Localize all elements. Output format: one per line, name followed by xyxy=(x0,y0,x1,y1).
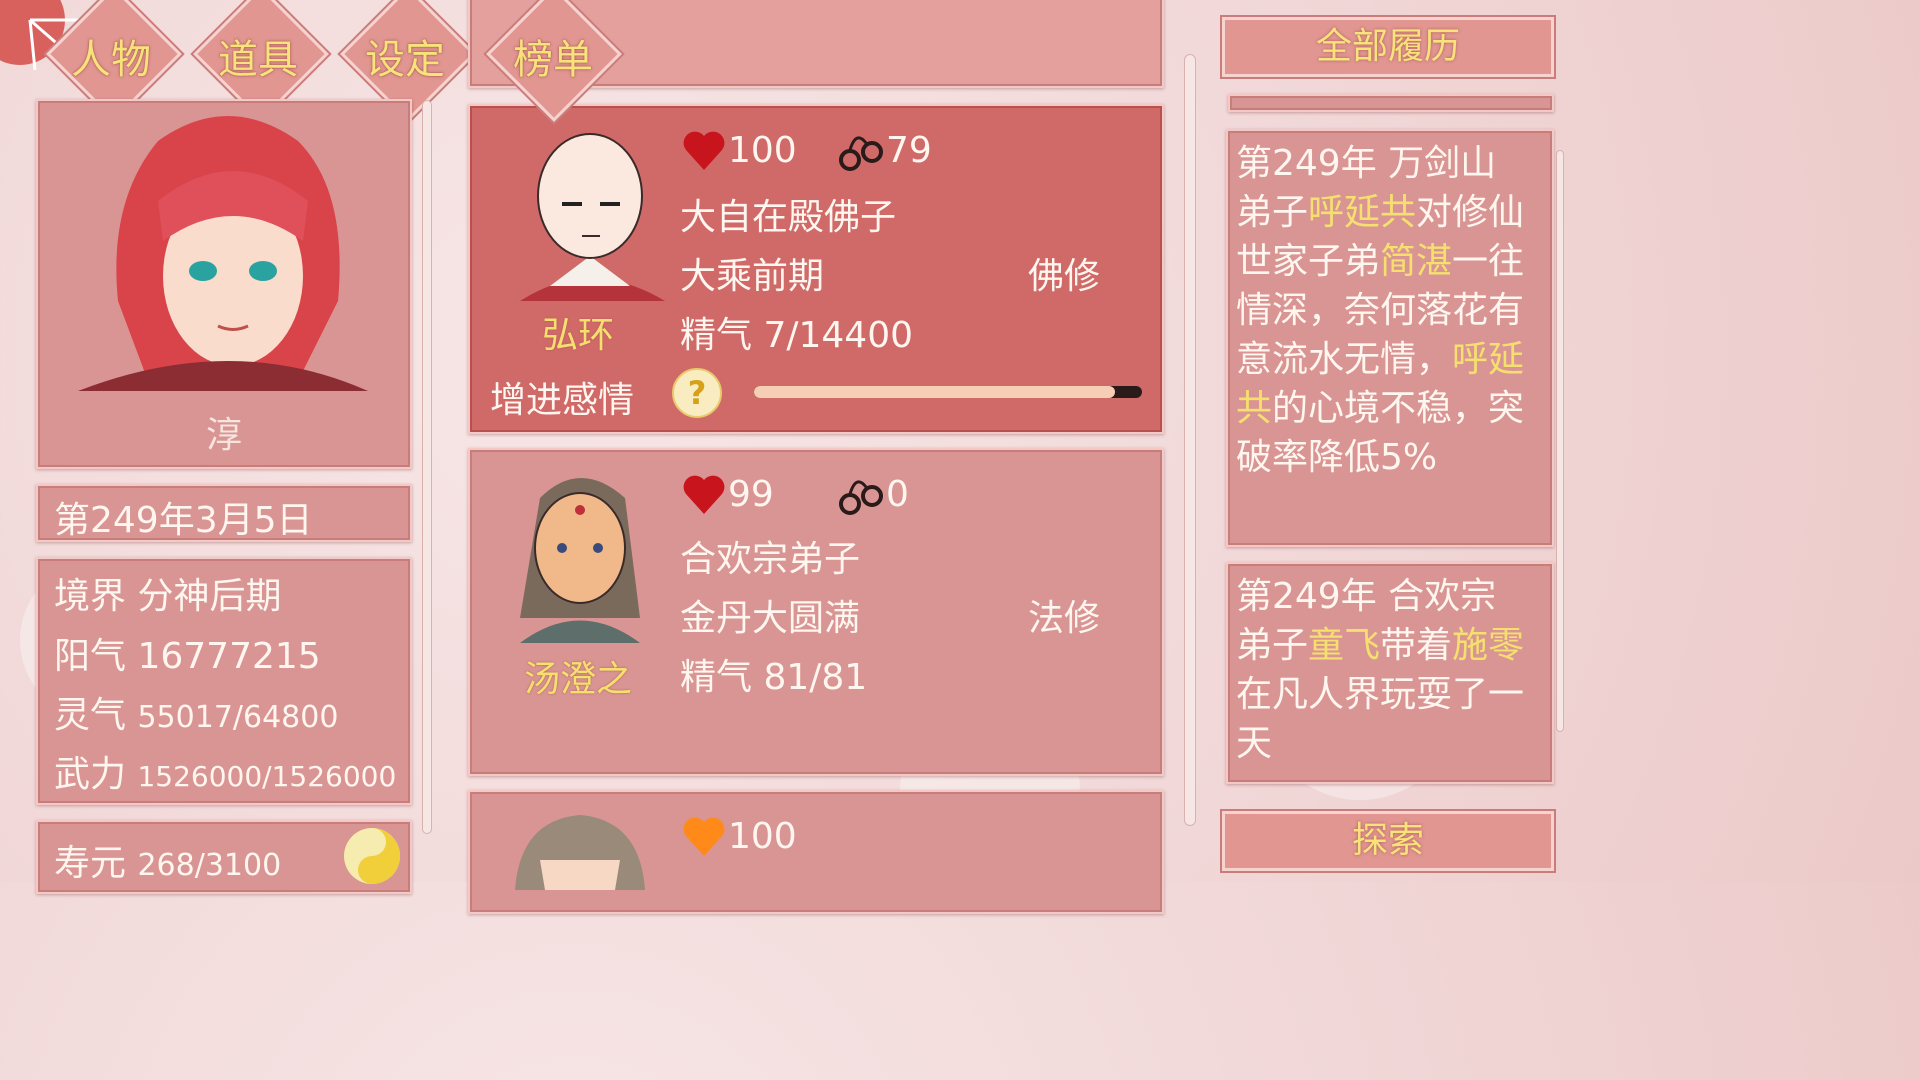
affection-slider-fill xyxy=(754,386,1115,398)
character-portrait xyxy=(515,815,645,890)
character-portrait xyxy=(520,478,640,643)
wu-stat: 武力 1526000/1526000 xyxy=(54,745,396,797)
heart-icon xyxy=(683,131,725,170)
log-highlight-name: 呼延共 xyxy=(1308,192,1417,233)
history-log-entry: 第249年 合欢宗弟子童飞带着施零在凡人界玩耍了一天 xyxy=(1226,562,1554,784)
log-highlight-name: 施零 xyxy=(1452,625,1525,666)
yin-yang-icon[interactable] xyxy=(342,826,402,886)
ling-stat: 灵气 55017/64800 xyxy=(54,686,338,738)
character-card[interactable]: 汤澄之 99 0 合欢宗弟子 金丹大圆满 法修 精气 81/81 xyxy=(468,448,1164,776)
heart-icon xyxy=(683,475,725,514)
lifespan-value: 268/3100 xyxy=(137,848,282,883)
realm-stat: 境界 分神后期 xyxy=(54,567,281,619)
lifespan-label: 寿元 xyxy=(54,843,127,884)
player-name: 淳 xyxy=(205,415,242,456)
current-date: 第249年3月5日 xyxy=(54,500,313,541)
character-realm: 金丹大圆满 xyxy=(680,598,861,639)
wu-label: 武力 xyxy=(54,754,127,795)
tab-ranking-label[interactable]: 榜单 xyxy=(488,27,618,85)
history-log-entry: 第249年 万剑山弟子呼延共对修仙世家子弟简湛一往情深，奈何落花有意流水无情，呼… xyxy=(1226,129,1554,547)
tab-settings-label[interactable]: 设定 xyxy=(340,27,470,85)
history-log-text: 第249年 合欢宗弟子童飞带着施零在凡人界玩耍了一天 xyxy=(1236,576,1525,764)
player-portrait-panel: 淳 xyxy=(36,99,412,469)
character-name: 弘环 xyxy=(541,315,614,356)
realm-value: 分神后期 xyxy=(137,576,282,617)
wu-value: 1526000/1526000 xyxy=(137,760,397,793)
tab-items-label[interactable]: 道具 xyxy=(193,27,323,85)
bond-value: 0 xyxy=(886,474,909,515)
character-list-scrollbar[interactable] xyxy=(1184,54,1196,826)
character-school: 佛修 xyxy=(1028,256,1101,297)
player-stats-panel: 境界 分神后期 阳气 16777215 灵气 55017/64800 武力 15… xyxy=(36,557,412,805)
lifespan-stat: 寿元 268/3100 xyxy=(54,834,281,886)
character-portrait xyxy=(520,133,665,301)
bond-value: 79 xyxy=(886,130,932,171)
heart-icon xyxy=(683,817,725,856)
affection-slider-track[interactable] xyxy=(754,386,1142,398)
affection-value: 100 xyxy=(728,130,797,171)
explore-button[interactable]: 探索 xyxy=(1222,811,1554,871)
yang-stat: 阳气 16777215 xyxy=(54,627,321,679)
help-button[interactable]: ? xyxy=(672,368,722,418)
character-title: 合欢宗弟子 xyxy=(680,539,861,580)
log-highlight-name: 简湛 xyxy=(1380,241,1453,282)
character-essence: 精气 81/81 xyxy=(680,657,868,698)
affection-value: 100 xyxy=(728,816,797,857)
left-scrollbar[interactable] xyxy=(422,100,432,834)
character-school: 法修 xyxy=(1028,598,1101,639)
date-panel: 第249年3月5日 xyxy=(36,484,412,542)
character-title: 大自在殿佛子 xyxy=(680,197,897,238)
character-essence: 精气 7/14400 xyxy=(680,315,913,356)
ling-label: 灵气 xyxy=(54,695,127,736)
character-name: 汤澄之 xyxy=(523,659,632,700)
tab-character-label[interactable]: 人物 xyxy=(46,27,176,85)
all-history-button[interactable]: 全部履历 xyxy=(1222,17,1554,77)
history-scrollbar[interactable] xyxy=(1556,150,1564,732)
history-log-entry-partial xyxy=(1228,94,1554,112)
yang-label: 阳气 xyxy=(54,636,127,677)
player-portrait xyxy=(78,116,368,391)
character-card[interactable]: 100 xyxy=(468,790,1164,914)
yang-value: 16777215 xyxy=(137,636,321,677)
affection-value: 99 xyxy=(728,474,774,515)
lifespan-panel: 寿元 268/3100 xyxy=(36,820,412,894)
log-highlight-name: 童飞 xyxy=(1308,625,1381,666)
character-card[interactable]: 弘环 100 79 大自在殿佛子 大乘前期 佛修 精气 7/14400 增进感情… xyxy=(468,104,1164,434)
enhance-affection-label: 增进感情 xyxy=(490,380,635,421)
ling-value: 55017/64800 xyxy=(137,700,339,735)
character-realm: 大乘前期 xyxy=(680,256,825,297)
handcuffs-icon xyxy=(839,136,883,171)
handcuffs-icon xyxy=(839,480,883,515)
history-log-text: 第249年 万剑山弟子呼延共对修仙世家子弟简湛一往情深，奈何落花有意流水无情，呼… xyxy=(1236,143,1525,478)
realm-label: 境界 xyxy=(54,576,127,617)
